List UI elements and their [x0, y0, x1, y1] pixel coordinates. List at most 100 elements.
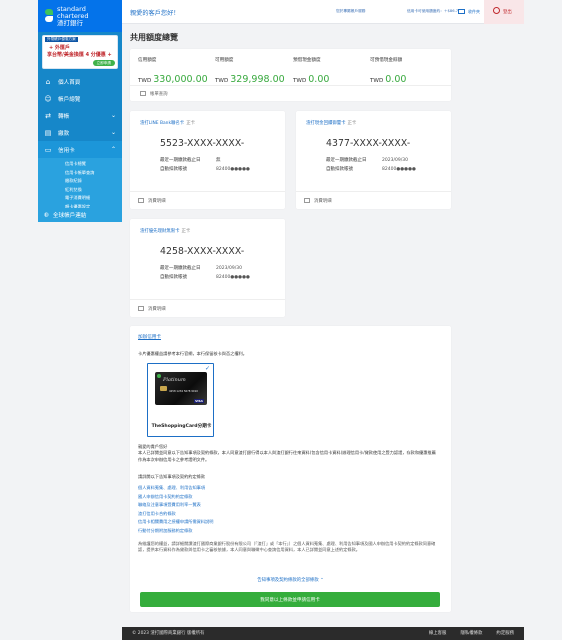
currency-code: TWD	[215, 78, 229, 84]
terms-link[interactable]: 國人申辦信用卡契約約定條款	[138, 493, 213, 502]
terms-link[interactable]: 信用卡相關費用之授權申請所需資料說明	[138, 518, 213, 527]
credit-limit: 信用額度 TWD 330,000.00	[138, 57, 208, 86]
transaction-details-link[interactable]: 消費明細	[130, 191, 285, 209]
terms-link[interactable]: 渣打信用卡合約條款	[138, 510, 213, 519]
inbox-label: 收件夾	[468, 9, 480, 14]
bill-icon: ▤	[44, 128, 52, 137]
transaction-details-label: 消費明細	[314, 198, 332, 204]
autopay-label: 自動扣款帳號	[160, 275, 187, 280]
autopay-label: 自動扣款帳號	[160, 167, 187, 172]
transaction-details-link[interactable]: 消費明細	[296, 191, 451, 209]
copyright-text: © 2023 渣打國際商業銀行 版權所有	[132, 631, 205, 636]
transaction-details-label: 消費明細	[148, 306, 166, 312]
visa-logo: VISA	[194, 399, 204, 403]
submenu-item[interactable]: 信用卡帳單查詢	[38, 169, 122, 178]
due-date-value: 無	[216, 158, 221, 163]
footer-link[interactable]: 線上客服	[429, 630, 447, 636]
nav-home[interactable]: ⌂ 個人首頁	[38, 73, 122, 90]
due-date-label: 最近一期繳款截止日	[160, 266, 201, 271]
nav-accounts-label: 帳戶總覽	[58, 96, 81, 103]
currency-code: TWD	[293, 78, 307, 84]
sidebar: standard chartered 渣打銀行 外幣帳戶優惠方案 + 外匯戶 享…	[38, 0, 122, 222]
promo-line2: 享台幣/美金換匯 4 分優惠 +	[47, 52, 112, 58]
brand-logo[interactable]: standard chartered 渣打銀行	[38, 0, 122, 32]
credit-limit-label: 信用額度	[138, 58, 157, 63]
card-name-link[interactable]: 渣打LINE Bank聯名卡	[140, 121, 184, 126]
nav-payment[interactable]: ▤ 繳款 ⌄	[38, 124, 122, 141]
autopay-account: 82400●●●●●	[216, 275, 250, 280]
nav-global-accounts[interactable]: ◍ 全球帳戶連結	[38, 208, 122, 222]
nav-global-label: 全球帳戶連結	[52, 213, 87, 219]
logout-button[interactable]: 登出	[484, 0, 524, 24]
card-type-tag: 正卡	[186, 121, 195, 126]
globe-icon: ◍	[44, 212, 49, 218]
page-title: 共用額度總覽	[130, 33, 178, 42]
footer-link[interactable]: 隱私權條款	[460, 630, 482, 636]
credit-balance-link[interactable]: 信用卡可使用額度約：＋$86.7	[407, 9, 458, 14]
promo-apply-button[interactable]: 立即申請	[92, 60, 115, 66]
credit-card-submenu: 信用卡總覽 信用卡帳單查詢 繳款紀錄 紅利兌換 電子消費明細 額卡優惠設定	[38, 158, 122, 213]
due-date-value: 2023/09/30	[382, 158, 408, 163]
terms-link[interactable]: 行動付分期附加服務約定條款	[138, 527, 213, 536]
top-bar: 親愛的客戶您好！ 您於專屬帳戶服務 信用卡可使用額度約：＋$86.7 收件夾 登…	[122, 0, 524, 24]
terms-link[interactable]: 個人資料蒐集、處理、利用告知事項	[138, 484, 213, 493]
consent-paragraph: 親愛的貴戶您好 本人已詳閱並同意以下告知事項及契約條款，本人同意渣打銀行得以本人…	[138, 444, 436, 462]
card-option-shopping[interactable]: ✓ Platinum 4258 1234 5678 9010 VISA TheS…	[147, 363, 214, 437]
nav-transfer[interactable]: ⇄ 轉帳 ⌄	[38, 107, 122, 124]
cash-limit-label: 預借現金額度	[293, 58, 321, 63]
nav-credit-card[interactable]: ▭ 信用卡 ⌃	[38, 141, 122, 158]
terms-link[interactable]: 聯絡及注意事項暨費用利率一覽表	[138, 501, 213, 510]
card-type-tag: 正卡	[347, 121, 357, 126]
inbox-button[interactable]: 收件夾	[456, 5, 480, 19]
submenu-item[interactable]: 紅利兌換	[38, 186, 122, 195]
logout-label: 登出	[503, 10, 512, 15]
promo-line1: + 外匯戶	[49, 45, 70, 51]
currency-code: TWD	[370, 78, 384, 84]
due-date-value: 2023/09/30	[216, 266, 242, 271]
submenu-item[interactable]: 繳款紀錄	[38, 177, 122, 186]
card-name-link[interactable]: 渣打優先理財無限卡	[140, 229, 180, 234]
currency-code: TWD	[138, 78, 152, 84]
promo-tag: 外幣帳戶優惠方案	[45, 37, 78, 42]
card-number: 4377-XXXX-XXXX-	[326, 138, 411, 149]
expand-terms-toggle[interactable]: 告知事項及契約條款的全部條款 ⌃	[130, 577, 451, 583]
apply-card-section: 加辦信用卡 卡片優惠權益請參考本行官網，本行保留核卡與否之權利。 ✓ Plati…	[130, 326, 451, 612]
transaction-details-label: 消費明細	[148, 198, 166, 204]
power-icon	[493, 7, 500, 14]
credit-card-panel: 渣打優先理財無限卡 正卡 4258-XXXX-XXXX- 最近一期繳款截止日 202…	[130, 219, 285, 317]
nav-payment-label: 繳款	[58, 130, 70, 137]
card-chip-icon	[160, 386, 167, 391]
terms-links: 個人資料蒐集、處理、利用告知事項 國人申辦信用卡契約約定條款 聯絡及注意事項暨費…	[138, 484, 213, 536]
document-icon	[138, 306, 144, 311]
greeting-text: 親愛的客戶您好！	[130, 10, 180, 17]
user-icon: ☺	[44, 94, 52, 103]
expand-terms-label: 告知事項及契約條款的全部條款	[257, 578, 319, 583]
apply-intro-text: 卡片優惠權益請參考本行官網，本行保留核卡與否之權利。	[138, 351, 247, 356]
agree-and-apply-button[interactable]: 我同意以上條款並申請信用卡	[140, 592, 440, 607]
transaction-details-link[interactable]: 消費明細	[130, 299, 285, 317]
nav-home-label: 個人首頁	[58, 79, 81, 86]
cash-available-value: 0.00	[385, 74, 407, 85]
card-type-tag: 正卡	[181, 229, 191, 234]
nav-accounts[interactable]: ☺ 帳戶總覽	[38, 90, 122, 107]
submenu-item[interactable]: 電子消費明細	[38, 194, 122, 203]
card-option-label: TheShoppingCard分期卡	[151, 424, 212, 429]
nav-transfer-label: 轉帳	[58, 113, 70, 120]
card-number: 4258-XXXX-XXXX-	[160, 246, 245, 257]
apply-section-title[interactable]: 加辦信用卡	[138, 334, 161, 340]
last-login-link[interactable]: 您於專屬帳戶服務	[336, 9, 366, 14]
chevron-up-icon: ⌃	[110, 146, 116, 153]
bill-inquiry-label: 帳單查詢	[150, 91, 168, 97]
chevron-down-icon: ⌄	[110, 129, 116, 136]
available-value: 329,998.00	[230, 74, 285, 85]
footer-link[interactable]: 約定服務	[496, 630, 514, 636]
card-name-link[interactable]: 渣打現金回饋御璽卡	[306, 121, 346, 126]
autopay-account: 82400●●●●●	[382, 167, 416, 172]
card-image: Platinum 4258 1234 5678 9010 VISA	[155, 372, 207, 405]
page-footer: © 2023 渣打國際商業銀行 版權所有 線上客服 隱私權條款 約定服務	[122, 627, 524, 640]
promo-banner[interactable]: 外幣帳戶優惠方案 + 外匯戶 享台幣/美金換匯 4 分優惠 + 立即申請	[42, 35, 118, 69]
bill-inquiry-link[interactable]: 帳單查詢	[130, 85, 451, 101]
cash-advance-available: 可預借現金餘額 TWD 0.00	[370, 57, 406, 86]
credit-summary-card: 信用額度 TWD 330,000.00 可用額度 TWD 329,998.00 預借…	[130, 49, 451, 101]
submenu-item[interactable]: 信用卡總覽	[38, 160, 122, 169]
